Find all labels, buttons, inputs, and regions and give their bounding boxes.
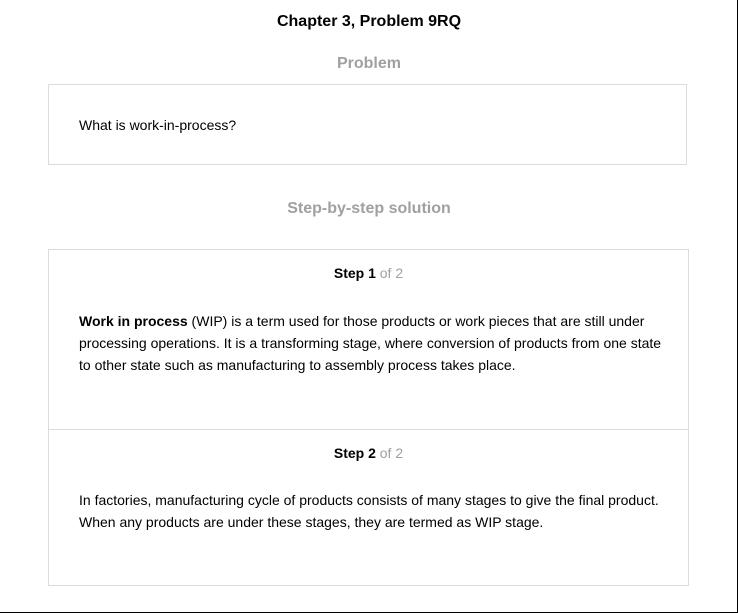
step-2: Step 2 of 2 In factories, manufacturing … bbox=[49, 430, 688, 585]
step-1-count: of 2 bbox=[375, 265, 404, 281]
step-2-text: In factories, manufacturing cycle of pro… bbox=[79, 492, 659, 530]
step-2-header: Step 2 of 2 bbox=[49, 444, 688, 462]
step-1-label: Step 1 bbox=[333, 265, 376, 281]
step-1-header: Step 1 of 2 bbox=[49, 264, 688, 282]
problem-heading: Problem bbox=[336, 55, 401, 72]
solution-box: Step 1 of 2 Work in process (WIP) is a t… bbox=[48, 249, 689, 586]
step-2-body: In factories, manufacturing cycle of pro… bbox=[79, 489, 669, 533]
solution-heading: Step-by-step solution bbox=[287, 200, 451, 217]
problem-text: What is work-in-process? bbox=[79, 117, 237, 133]
step-2-count: of 2 bbox=[375, 445, 404, 461]
step-1: Step 1 of 2 Work in process (WIP) is a t… bbox=[49, 250, 688, 430]
step-1-body: Work in process (WIP) is a term used for… bbox=[79, 310, 669, 376]
step-1-term: Work in process bbox=[79, 313, 188, 329]
problem-box: What is work-in-process? bbox=[48, 84, 687, 165]
page-title: Chapter 3, Problem 9RQ bbox=[276, 13, 462, 30]
step-2-label: Step 2 bbox=[333, 445, 376, 461]
